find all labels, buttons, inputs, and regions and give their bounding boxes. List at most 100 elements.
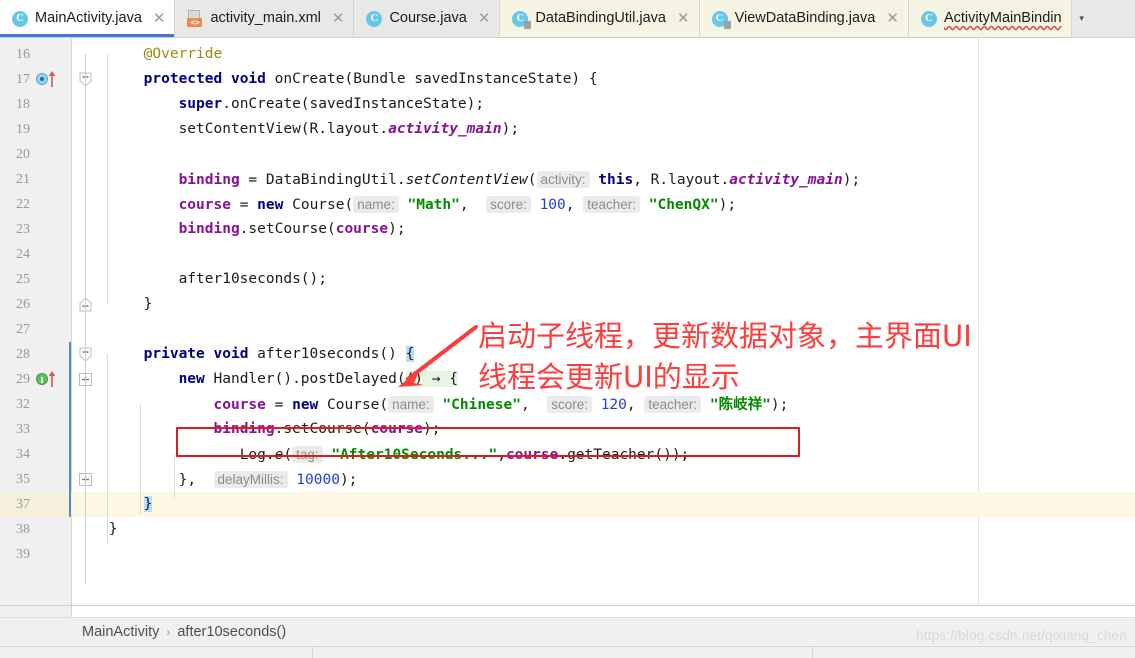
editor-tab-bar: C MainActivity.java ✕ <> activity_main.xml ✕ C… <box>0 0 1135 38</box>
class-glyph: C <box>711 10 728 27</box>
code-line[interactable]: 24 <box>0 242 1135 267</box>
implementing-method-arrow-icon[interactable] <box>48 70 56 88</box>
gutter-cell[interactable]: 18 <box>0 92 72 117</box>
parameter-hint: delayMillis: <box>213 471 288 488</box>
code-line[interactable]: 26 } <box>0 292 1135 317</box>
class-glyph: C <box>920 10 937 27</box>
code-line[interactable]: 21 binding = DataBindingUtil.setContentV… <box>0 167 1135 192</box>
gutter-cell[interactable]: 27 <box>0 317 72 342</box>
token-plain: Course( <box>283 197 354 213</box>
code-line[interactable]: 16 @Override <box>0 42 1135 67</box>
gutter-cell[interactable]: 28 <box>0 342 72 367</box>
gutter-cell[interactable]: 25 <box>0 267 72 292</box>
gutter-cell[interactable]: 16 <box>0 42 72 67</box>
close-icon[interactable]: ✕ <box>478 11 491 26</box>
token-fld: course <box>178 197 231 213</box>
gutter-cell[interactable]: 23 <box>0 217 72 242</box>
gutter-marker-group[interactable] <box>36 67 66 92</box>
token-kw: super <box>178 96 223 112</box>
code-editor[interactable]: 16 @Override 17 protected void onCreate(B… <box>0 38 1135 605</box>
gutter-cell[interactable]: 37 <box>0 492 72 517</box>
token-fld: course <box>370 421 424 437</box>
token-plain: ); <box>718 197 737 213</box>
code-line[interactable]: 33 binding.setCourse(course); <box>0 417 1135 442</box>
close-icon[interactable]: ✕ <box>677 11 690 26</box>
code-line[interactable]: 39 <box>0 542 1135 567</box>
code-line[interactable]: 23 binding.setCourse(course); <box>0 217 1135 242</box>
code-text: } <box>100 517 118 542</box>
token-plain: ); <box>423 421 441 437</box>
gutter-cell[interactable]: 35 <box>0 467 72 492</box>
code-line[interactable]: 34 Log.e(tag: "After10Seconds...",course… <box>0 442 1135 467</box>
code-text: }, delayMillis: 10000); <box>100 467 357 493</box>
token-plain: .setCourse( <box>274 421 371 437</box>
token-plain: Log. <box>239 447 275 463</box>
gutter-cell[interactable]: 34 <box>0 442 72 467</box>
editor-tab-databindingutil-java[interactable]: C DataBindingUtil.java ✕ <box>500 0 700 37</box>
editor-tab-activity-main-xml[interactable]: <> activity_main.xml ✕ <box>175 0 355 37</box>
token-plain: ); <box>770 397 789 413</box>
token-plain: , <box>565 197 584 213</box>
editor-tab-viewdatabinding-java[interactable]: C ViewDataBinding.java ✕ <box>699 0 909 37</box>
override-gutter-icon[interactable] <box>36 73 48 85</box>
code-line[interactable]: 20 <box>0 142 1135 167</box>
gutter-cell[interactable]: 17 <box>0 67 72 92</box>
close-icon[interactable]: ✕ <box>332 11 345 26</box>
token-plain: Handler().postDelayed( <box>204 371 406 387</box>
status-bar-segment-left <box>0 647 313 658</box>
token-plain: , <box>459 197 487 213</box>
chevron-down-icon[interactable]: ▾ <box>1071 0 1092 37</box>
line-number: 20 <box>16 147 30 162</box>
token-str: "ChenQX" <box>648 197 719 213</box>
token-kw: new <box>257 197 284 213</box>
code-line[interactable]: 37 } <box>0 492 1135 517</box>
code-line[interactable]: 25 after10seconds(); <box>0 267 1135 292</box>
gutter-cell[interactable]: 38 <box>0 517 72 542</box>
matched-brace: } <box>143 496 153 512</box>
editor-tab-activitymainbindin[interactable]: C ActivityMainBindin <box>908 0 1072 37</box>
editor-tab-mainactivity-java[interactable]: C MainActivity.java ✕ <box>0 0 176 37</box>
code-text: @Override <box>100 42 223 67</box>
gutter-cell[interactable]: 33 <box>0 417 72 442</box>
code-line[interactable]: 35 }, delayMillis: 10000); <box>0 467 1135 492</box>
gutter-cell[interactable]: 32 <box>0 392 72 417</box>
code-line[interactable]: 19 setContentView(R.layout.activity_main… <box>0 117 1135 142</box>
class-glyph: C <box>366 10 383 27</box>
editor-tab-label: ViewDataBinding.java <box>734 10 876 27</box>
token-plain: setContentView(R.layout. <box>178 121 389 137</box>
token-kw: this <box>598 172 634 188</box>
breadcrumb-item[interactable]: MainActivity <box>82 624 159 640</box>
annotation-text: 启动子线程，更新数据对象，主界面UI 线程会更新UI的显示 <box>478 319 972 394</box>
breadcrumb-item[interactable]: after10seconds() <box>177 624 286 640</box>
token-brc: } <box>178 472 188 488</box>
parameter-hint: score: <box>547 396 592 413</box>
gutter-cell[interactable]: 19 <box>0 117 72 142</box>
token-plain: ); <box>501 121 520 137</box>
parameter-hint: name: <box>388 396 434 413</box>
code-line[interactable]: 18 super.onCreate(savedInstanceState); <box>0 92 1135 117</box>
gutter-cell[interactable]: 22 <box>0 192 72 217</box>
implementing-method-arrow-icon[interactable] <box>48 370 56 388</box>
gutter-cell[interactable]: 39 <box>0 542 72 567</box>
vcs-change-marker[interactable] <box>69 342 71 517</box>
code-line[interactable]: 38 } <box>0 517 1135 542</box>
run-gutter-icon[interactable] <box>36 373 48 385</box>
token-plain: .getTeacher()); <box>558 447 690 463</box>
gutter-cell[interactable]: 21 <box>0 167 72 192</box>
gutter-cell[interactable]: 29 <box>0 367 72 392</box>
close-icon[interactable]: ✕ <box>153 11 166 26</box>
line-number: 34 <box>16 447 30 462</box>
code-line[interactable]: 22 course = new Course(name: "Math", sco… <box>0 192 1135 217</box>
token-kw: void <box>230 71 266 87</box>
code-line[interactable]: 17 protected void onCreate(Bundle savedI… <box>0 67 1135 92</box>
close-icon[interactable]: ✕ <box>886 11 899 26</box>
gutter-cell[interactable]: 20 <box>0 142 72 167</box>
gutter-cell[interactable]: 24 <box>0 242 72 267</box>
gutter-marker-group[interactable] <box>36 367 66 392</box>
editor-tab-course-java[interactable]: C Course.java ✕ <box>354 0 501 37</box>
gutter-cell[interactable]: 26 <box>0 292 72 317</box>
line-number: 21 <box>16 172 30 187</box>
